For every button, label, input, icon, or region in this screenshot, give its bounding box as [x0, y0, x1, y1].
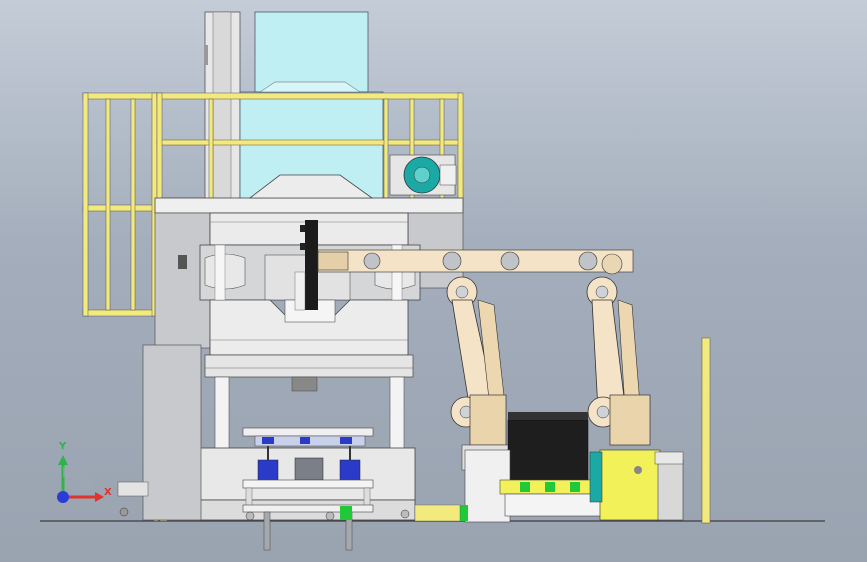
hydraulic-press [117, 174, 464, 521]
axis-y-label: Y [59, 441, 67, 452]
robot-boom [317, 249, 634, 275]
yellow-power-unit [589, 449, 684, 521]
robot-arm-left [446, 276, 513, 471]
axis-x-label: X [104, 487, 112, 498]
hydraulic-tank [239, 11, 384, 203]
motor-drive [389, 154, 457, 196]
cad-viewport[interactable]: Y X [0, 0, 867, 562]
coordinate-triad [57, 455, 104, 503]
machine-assembly-drawing [40, 11, 825, 551]
robot-arm-right [586, 276, 651, 446]
